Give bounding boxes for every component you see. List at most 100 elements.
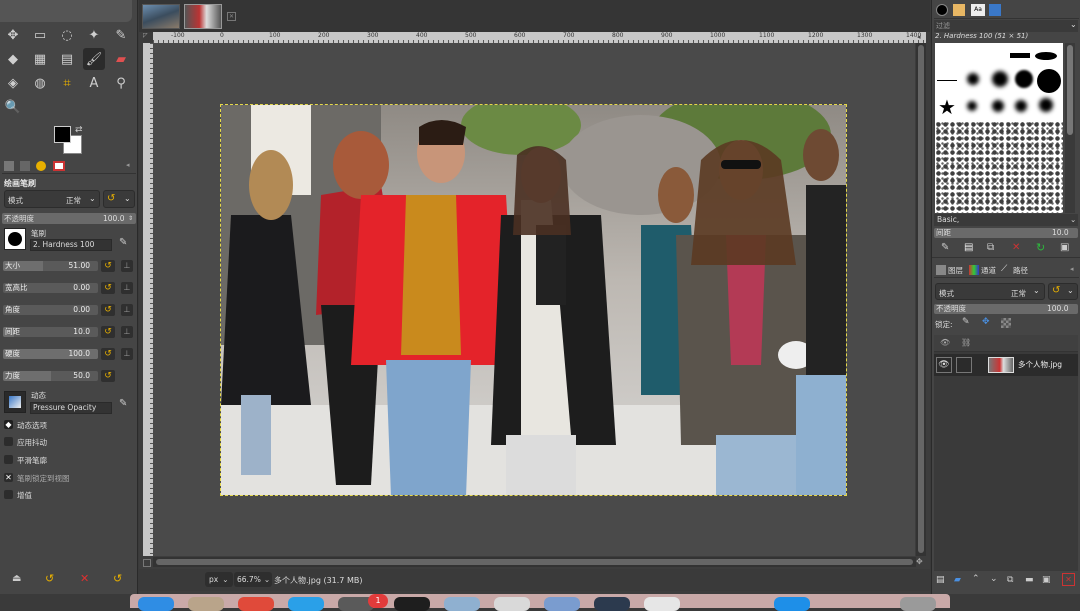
- new-layer-group-button[interactable]: ▰: [954, 575, 961, 585]
- reset-options-icon[interactable]: ↺: [113, 572, 122, 585]
- smudge-tool-icon[interactable]: ◍: [29, 72, 51, 94]
- lock-pixels-icon[interactable]: ✎: [962, 317, 970, 327]
- aspect-slider[interactable]: 宽高比 0.00: [3, 283, 98, 293]
- layer-mask-button[interactable]: ▣: [1042, 575, 1051, 585]
- spacing-slider[interactable]: 间距 10.0: [3, 327, 98, 337]
- color-picker-tool-icon[interactable]: ✎: [110, 24, 132, 46]
- new-brush-button[interactable]: ▤: [964, 242, 973, 253]
- raise-layer-button[interactable]: ⌃: [972, 574, 980, 584]
- layer-mode-dropdown[interactable]: 模式 正常 ⌄: [935, 283, 1045, 300]
- aspect-link-icon[interactable]: ↺: [101, 282, 115, 294]
- edit-dynamics-icon[interactable]: ✎: [119, 398, 127, 409]
- heal-tool-icon[interactable]: ▦: [29, 48, 51, 70]
- brush-preview[interactable]: [4, 228, 26, 250]
- foreground-color-swatch[interactable]: [54, 126, 71, 143]
- hardness-slider[interactable]: 硬度 100.0: [3, 349, 98, 359]
- paths-tab-label[interactable]: 路径: [1013, 265, 1028, 276]
- brush-name-field[interactable]: 2. Hardness 100: [30, 239, 112, 251]
- horizontal-scrollbar[interactable]: [153, 557, 916, 567]
- dynamics-options-expander[interactable]: ◆: [4, 420, 13, 429]
- document-history-tab-icon[interactable]: [989, 4, 1001, 16]
- brush-filter-field[interactable]: 过滤 ⌄: [934, 20, 1078, 32]
- open-brush-as-image-button[interactable]: ▣: [1060, 242, 1069, 253]
- close-tab-icon[interactable]: ✕: [227, 12, 236, 21]
- brush-star[interactable]: ★: [938, 97, 956, 117]
- delete-layer-button[interactable]: ✕: [1062, 573, 1075, 586]
- panel-menu-icon[interactable]: ◂: [1070, 265, 1074, 273]
- brush-fuzzy-2[interactable]: [992, 71, 1008, 87]
- layer-name[interactable]: 多个人物.jpg: [1018, 359, 1062, 370]
- brush-fuzzy-6[interactable]: [1015, 100, 1027, 112]
- lock-alpha-icon[interactable]: [1001, 318, 1011, 328]
- apply-jitter-checkbox[interactable]: [4, 437, 13, 446]
- channels-tab-icon[interactable]: [969, 265, 979, 275]
- edit-brush-button[interactable]: ✎: [941, 242, 949, 253]
- dynamics-name-field[interactable]: Pressure Opacity: [30, 402, 112, 414]
- layer-thumbnail[interactable]: [988, 357, 1014, 373]
- paths-tool-icon[interactable]: ◆: [2, 48, 24, 70]
- terminal-dock-icon[interactable]: [394, 597, 430, 611]
- brush-spacing-slider[interactable]: 间距 10.0: [934, 228, 1078, 238]
- lock-brush-checkbox[interactable]: ✕: [4, 473, 13, 482]
- edit-brush-icon[interactable]: ✎: [119, 237, 127, 248]
- app-dock-icon-9[interactable]: [544, 597, 580, 611]
- brush-grid[interactable]: ★: [935, 43, 1063, 213]
- size-link-icon[interactable]: ↺: [101, 260, 115, 272]
- brush-fuzzy-1[interactable]: [967, 73, 979, 85]
- angle-reset-icon[interactable]: ⊥: [121, 304, 133, 316]
- images-tab-icon[interactable]: [53, 161, 65, 171]
- photo-layer[interactable]: [220, 104, 847, 496]
- app-dock-icon-4[interactable]: [288, 597, 324, 611]
- layers-tab-icon[interactable]: [936, 265, 946, 275]
- brush-fuzzy-3[interactable]: [1015, 70, 1033, 88]
- lasso-tool-icon[interactable]: ◌: [56, 24, 78, 46]
- rect-select-tool-icon[interactable]: ▭: [29, 24, 51, 46]
- brush-grid-scrollbar[interactable]: [1065, 43, 1075, 213]
- layer-composite-dropdown[interactable]: ↺ ⌄: [1048, 283, 1078, 300]
- tool-options-tab-icon[interactable]: [4, 161, 14, 171]
- image-tab-thumb-2[interactable]: [184, 4, 222, 29]
- app-dock-icon-2[interactable]: [188, 597, 224, 611]
- eraser-tool-icon[interactable]: ▰: [110, 48, 132, 70]
- app-dock-icon-11[interactable]: [644, 597, 680, 611]
- brush-hardness-100[interactable]: [1037, 69, 1061, 93]
- crop-tool-icon[interactable]: ⌗: [56, 72, 78, 94]
- brush-preset-dropdown[interactable]: Basic, ⌄: [934, 214, 1078, 226]
- app-dock-icon-7[interactable]: [444, 597, 480, 611]
- bucket-fill-tool-icon[interactable]: ◈: [2, 72, 24, 94]
- brush-fuzzy-5[interactable]: [992, 100, 1004, 112]
- measure-tool-icon[interactable]: ⚲: [110, 72, 132, 94]
- device-status-tab-icon[interactable]: [20, 161, 30, 171]
- lower-layer-button[interactable]: ⌄: [990, 574, 998, 584]
- brush-texture-grid[interactable]: [935, 121, 1063, 213]
- app-dock-icon-8[interactable]: [494, 597, 530, 611]
- new-layer-button[interactable]: ▤: [936, 575, 945, 585]
- brush-fuzzy-4[interactable]: [967, 101, 977, 111]
- angle-slider[interactable]: 角度 0.00: [3, 305, 98, 315]
- text-tool-icon[interactable]: A: [83, 72, 105, 94]
- unit-dropdown[interactable]: px ⌄: [205, 572, 233, 587]
- swap-colors-icon[interactable]: ⇄: [75, 125, 83, 135]
- move-tool-icon[interactable]: ✥: [2, 24, 24, 46]
- delete-brush-button[interactable]: ✕: [1012, 242, 1020, 253]
- gradient-tool-icon[interactable]: ▤: [56, 48, 78, 70]
- quick-mask-toggle[interactable]: [143, 559, 151, 567]
- brush-fuzzy-7[interactable]: [1039, 98, 1053, 112]
- incremental-checkbox[interactable]: [4, 490, 13, 499]
- hardness-reset-icon[interactable]: ⊥: [121, 348, 133, 360]
- opacity-slider[interactable]: 不透明度 100.0 ⇕: [2, 213, 136, 224]
- channels-tab-label[interactable]: 通道: [981, 265, 996, 276]
- spacing-link-icon[interactable]: ↺: [101, 326, 115, 338]
- spacing-reset-icon[interactable]: ⊥: [121, 326, 133, 338]
- canvas-area[interactable]: [153, 43, 915, 556]
- layer-row[interactable]: 👁 多个人物.jpg: [934, 354, 1078, 376]
- horizontal-scrollbar-thumb[interactable]: [156, 559, 913, 565]
- refresh-brushes-button[interactable]: ↻: [1036, 241, 1045, 254]
- brushes-tab-icon[interactable]: [936, 4, 948, 16]
- finder-dock-icon[interactable]: [138, 597, 174, 611]
- panel-menu-icon[interactable]: ◂: [126, 161, 130, 169]
- dynamics-preview[interactable]: [4, 391, 26, 413]
- lock-position-icon[interactable]: ✥: [982, 317, 990, 327]
- navigate-icon[interactable]: ◂: [917, 33, 925, 42]
- fuzzy-select-tool-icon[interactable]: ✦: [83, 24, 105, 46]
